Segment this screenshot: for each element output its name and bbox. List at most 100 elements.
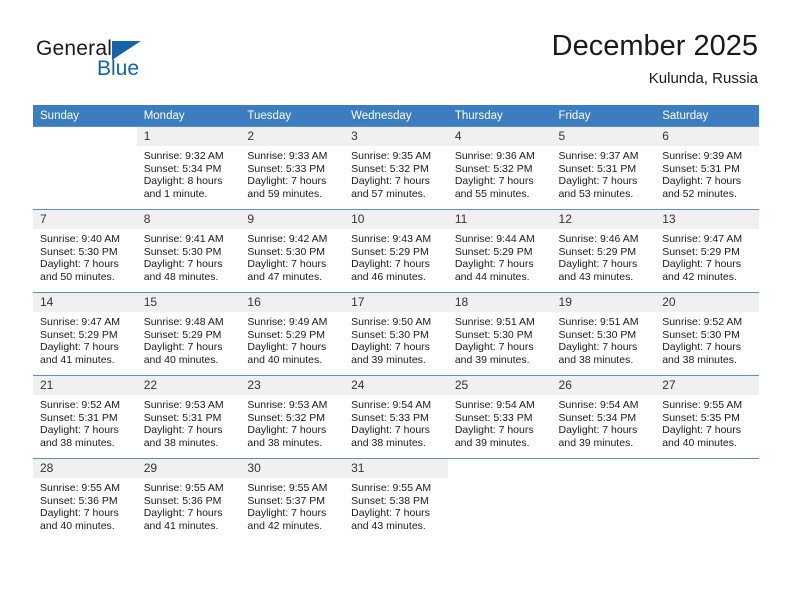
- sunrise-text: Sunrise: 9:40 AM: [40, 233, 120, 245]
- day-number: 22: [136, 376, 241, 395]
- calendar-day-cell[interactable]: 23 Sunrise: 9:53 AM Sunset: 5:32 PM Dayligh…: [240, 375, 345, 459]
- sunrise-text: Sunrise: 9:54 AM: [558, 399, 639, 411]
- day-info: Sunrise: 9:43 AM Sunset: 5:29 PM Daylight:…: [344, 229, 448, 283]
- calendar-day-cell[interactable]: 4 Sunrise: 9:36 AM Sunset: 5:32 PM Daylight…: [447, 126, 552, 210]
- calendar-day-cell[interactable]: 8 Sunrise: 9:41 AM Sunset: 5:30 PM Daylight…: [136, 209, 241, 293]
- daylight-text: Daylight: 7 hours and 47 minutes.: [247, 258, 327, 283]
- day-info: Sunrise: 9:48 AM Sunset: 5:29 PM Daylight:…: [137, 312, 241, 366]
- page-header: General Blue December 2025 Kulunda, Russ…: [34, 28, 758, 98]
- sunset-text: Sunset: 5:33 PM: [351, 411, 429, 424]
- calendar-day-cell[interactable]: 21 Sunrise: 9:52 AM Sunset: 5:31 PM Dayligh…: [33, 375, 137, 459]
- sunset-text: Sunset: 5:31 PM: [662, 162, 740, 175]
- daylight-text: Daylight: 7 hours and 50 minutes.: [40, 258, 119, 283]
- calendar-day-cell[interactable]: 2 Sunrise: 9:33 AM Sunset: 5:33 PM Daylight…: [240, 126, 345, 210]
- calendar-week-row: 28 Sunrise: 9:55 AM Sunset: 5:36 PM Dayligh…: [33, 458, 759, 541]
- calendar-day-cell[interactable]: 13 Sunrise: 9:47 AM Sunset: 5:29 PM Dayligh…: [655, 209, 759, 293]
- calendar-day-cell[interactable]: 25 Sunrise: 9:54 AM Sunset: 5:33 PM Dayligh…: [447, 375, 552, 459]
- day-number: 17: [344, 293, 448, 312]
- daylight-text: Daylight: 7 hours and 39 minutes.: [454, 341, 534, 366]
- day-info: Sunrise: 9:32 AM Sunset: 5:34 PM Daylight:…: [137, 146, 241, 200]
- daylight-text: Daylight: 7 hours and 38 minutes.: [247, 424, 327, 449]
- calendar-day-cell[interactable]: 7 Sunrise: 9:40 AM Sunset: 5:30 PM Daylight…: [33, 209, 137, 293]
- calendar-day-cell[interactable]: 6 Sunrise: 9:39 AM Sunset: 5:31 PM Daylight…: [655, 126, 759, 210]
- calendar-day-cell[interactable]: 31 Sunrise: 9:55 AM Sunset: 5:38 PM Dayligh…: [344, 458, 448, 541]
- daylight-text: Daylight: 7 hours and 41 minutes.: [40, 341, 119, 366]
- daylight-text: Daylight: 7 hours and 59 minutes.: [247, 175, 327, 200]
- calendar-day-cell[interactable]: 27 Sunrise: 9:55 AM Sunset: 5:35 PM Dayligh…: [655, 375, 759, 459]
- sunrise-text: Sunrise: 9:33 AM: [247, 150, 328, 162]
- calendar-day-cell[interactable]: 14 Sunrise: 9:47 AM Sunset: 5:29 PM Dayligh…: [33, 292, 137, 376]
- calendar-day-cell[interactable]: 18 Sunrise: 9:51 AM Sunset: 5:30 PM Dayligh…: [447, 292, 552, 376]
- daylight-text: Daylight: 7 hours and 39 minutes.: [454, 424, 534, 449]
- sunset-text: Sunset: 5:36 PM: [143, 494, 222, 507]
- calendar-day-cell[interactable]: 1 Sunrise: 9:32 AM Sunset: 5:34 PM Daylight…: [136, 126, 241, 210]
- daylight-text: Daylight: 7 hours and 44 minutes.: [454, 258, 534, 283]
- day-number: 2: [240, 127, 345, 146]
- day-number: 7: [33, 210, 137, 229]
- title-block: December 2025 Kulunda, Russia: [552, 28, 758, 89]
- calendar-day-cell[interactable]: 9 Sunrise: 9:42 AM Sunset: 5:30 PM Daylight…: [240, 209, 345, 293]
- sunrise-text: Sunrise: 9:52 AM: [40, 399, 120, 411]
- day-number: 20: [655, 293, 759, 312]
- sunrise-text: Sunrise: 9:49 AM: [247, 316, 328, 328]
- daylight-text: Daylight: 7 hours and 39 minutes.: [351, 341, 430, 366]
- calendar-day-cell[interactable]: 15 Sunrise: 9:48 AM Sunset: 5:29 PM Dayligh…: [136, 292, 241, 376]
- calendar-day-cell[interactable]: 17 Sunrise: 9:50 AM Sunset: 5:30 PM Dayligh…: [344, 292, 448, 376]
- sunset-text: Sunset: 5:29 PM: [247, 328, 326, 341]
- calendar-day-cell[interactable]: 5 Sunrise: 9:37 AM Sunset: 5:31 PM Daylight…: [551, 126, 656, 210]
- calendar-week-row: 14 Sunrise: 9:47 AM Sunset: 5:29 PM Dayligh…: [33, 292, 759, 376]
- calendar-day-cell[interactable]: 22 Sunrise: 9:53 AM Sunset: 5:31 PM Dayligh…: [136, 375, 241, 459]
- day-info: Sunrise: 9:55 AM Sunset: 5:37 PM Daylight:…: [240, 478, 344, 532]
- calendar-day-cell[interactable]: 20 Sunrise: 9:52 AM Sunset: 5:30 PM Dayligh…: [655, 292, 759, 376]
- sunset-text: Sunset: 5:30 PM: [558, 328, 637, 341]
- weekday-header-monday: Monday: [136, 105, 241, 127]
- daylight-text: Daylight: 7 hours and 43 minutes.: [351, 507, 430, 532]
- day-info: Sunrise: 9:40 AM Sunset: 5:30 PM Daylight:…: [33, 229, 137, 283]
- calendar-day-cell[interactable]: 3 Sunrise: 9:35 AM Sunset: 5:32 PM Daylight…: [344, 126, 448, 210]
- daylight-text: Daylight: 7 hours and 46 minutes.: [351, 258, 430, 283]
- daylight-text: Daylight: 7 hours and 41 minutes.: [143, 507, 223, 532]
- daylight-text: Daylight: 7 hours and 38 minutes.: [40, 424, 119, 449]
- day-number: 23: [240, 376, 345, 395]
- sunrise-text: Sunrise: 9:54 AM: [351, 399, 432, 411]
- daylight-text: Daylight: 7 hours and 39 minutes.: [558, 424, 638, 449]
- sunset-text: Sunset: 5:29 PM: [351, 245, 429, 258]
- calendar-day-cell[interactable]: 29 Sunrise: 9:55 AM Sunset: 5:36 PM Dayligh…: [136, 458, 241, 541]
- day-number: 10: [344, 210, 448, 229]
- daylight-text: Daylight: 7 hours and 57 minutes.: [351, 175, 430, 200]
- day-number: 5: [551, 127, 656, 146]
- page-subtitle: Kulunda, Russia: [648, 70, 758, 87]
- calendar-day-cell[interactable]: 24 Sunrise: 9:54 AM Sunset: 5:33 PM Dayligh…: [344, 375, 448, 459]
- sunrise-text: Sunrise: 9:32 AM: [143, 150, 224, 162]
- daylight-text: Daylight: 7 hours and 42 minutes.: [662, 258, 742, 283]
- calendar-day-cell[interactable]: 11 Sunrise: 9:44 AM Sunset: 5:29 PM Dayligh…: [447, 209, 552, 293]
- calendar-cell-empty: [33, 126, 137, 210]
- calendar-day-cell[interactable]: 10 Sunrise: 9:43 AM Sunset: 5:29 PM Dayligh…: [344, 209, 448, 293]
- sunrise-text: Sunrise: 9:55 AM: [40, 482, 120, 494]
- day-info: Sunrise: 9:46 AM Sunset: 5:29 PM Daylight:…: [552, 229, 656, 283]
- calendar-day-cell[interactable]: 12 Sunrise: 9:46 AM Sunset: 5:29 PM Dayligh…: [551, 209, 656, 293]
- sunset-text: Sunset: 5:30 PM: [662, 328, 740, 341]
- general-blue-logo[interactable]: General Blue: [34, 32, 234, 88]
- day-info: Sunrise: 9:51 AM Sunset: 5:30 PM Daylight:…: [448, 312, 552, 366]
- day-info: Sunrise: 9:53 AM Sunset: 5:32 PM Daylight:…: [240, 395, 344, 449]
- day-number: 26: [551, 376, 656, 395]
- day-info: Sunrise: 9:55 AM Sunset: 5:35 PM Daylight:…: [655, 395, 759, 449]
- sunrise-text: Sunrise: 9:54 AM: [454, 399, 535, 411]
- daylight-text: Daylight: 7 hours and 40 minutes.: [40, 507, 119, 532]
- calendar-day-cell[interactable]: 30 Sunrise: 9:55 AM Sunset: 5:37 PM Dayligh…: [240, 458, 345, 541]
- sunset-text: Sunset: 5:31 PM: [558, 162, 637, 175]
- calendar-day-cell[interactable]: 19 Sunrise: 9:51 AM Sunset: 5:30 PM Dayligh…: [551, 292, 656, 376]
- calendar-day-cell[interactable]: 28 Sunrise: 9:55 AM Sunset: 5:36 PM Dayligh…: [33, 458, 137, 541]
- daylight-text: Daylight: 7 hours and 52 minutes.: [662, 175, 742, 200]
- sunrise-text: Sunrise: 9:43 AM: [351, 233, 432, 245]
- day-number: 9: [240, 210, 345, 229]
- daylight-text: Daylight: 8 hours and 1 minute.: [143, 175, 223, 200]
- sunset-text: Sunset: 5:34 PM: [143, 162, 222, 175]
- sunrise-text: Sunrise: 9:51 AM: [454, 316, 535, 328]
- weekday-header-friday: Friday: [551, 105, 656, 127]
- calendar-day-cell[interactable]: 26 Sunrise: 9:54 AM Sunset: 5:34 PM Dayligh…: [551, 375, 656, 459]
- calendar-day-cell[interactable]: 16 Sunrise: 9:49 AM Sunset: 5:29 PM Dayligh…: [240, 292, 345, 376]
- day-number: 4: [447, 127, 552, 146]
- sunrise-text: Sunrise: 9:51 AM: [558, 316, 639, 328]
